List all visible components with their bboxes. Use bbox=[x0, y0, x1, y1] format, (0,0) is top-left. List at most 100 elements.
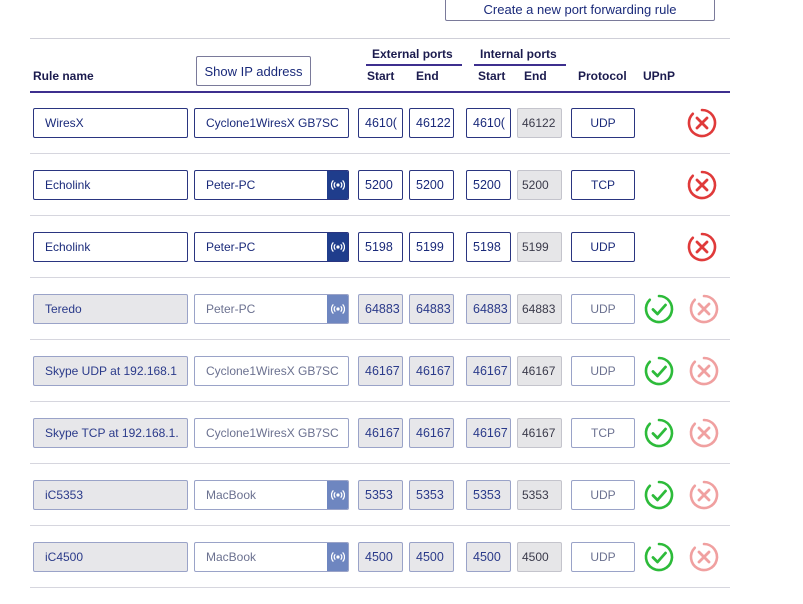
int-end-value: 46122 bbox=[517, 108, 562, 138]
upnp-check-icon bbox=[643, 355, 675, 387]
int-end-value: 5200 bbox=[517, 170, 562, 200]
ext-start-input[interactable]: 5198 bbox=[358, 232, 403, 262]
header-int-end: End bbox=[524, 69, 547, 83]
row-divider bbox=[30, 587, 730, 588]
wireless-icon bbox=[327, 171, 348, 199]
header-internal-ports: Internal ports bbox=[480, 47, 557, 61]
ext-start-input[interactable]: 4610( bbox=[358, 108, 403, 138]
ext-start-input[interactable]: 46167 bbox=[358, 356, 403, 386]
upnp-check-icon bbox=[643, 293, 675, 325]
int-end-value: 5353 bbox=[517, 480, 562, 510]
protocol-select[interactable]: TCP bbox=[571, 170, 635, 200]
rule-name-input[interactable]: Teredo bbox=[33, 294, 188, 324]
device-label: MacBook bbox=[206, 488, 257, 502]
wireless-icon bbox=[327, 481, 348, 509]
int-end-value: 4500 bbox=[517, 542, 562, 572]
row-divider bbox=[30, 215, 730, 216]
external-ports-underline bbox=[366, 64, 462, 66]
ext-end-input[interactable]: 5353 bbox=[409, 480, 454, 510]
device-label: Peter-PC bbox=[206, 178, 256, 192]
device-select[interactable]: Cyclone1WiresX GB7SC bbox=[194, 418, 349, 448]
device-label: Cyclone1WiresX GB7SC bbox=[206, 364, 339, 378]
header-divider bbox=[30, 91, 730, 93]
header-external-ports: External ports bbox=[372, 47, 453, 61]
device-select[interactable]: Cyclone1WiresX GB7SC bbox=[194, 108, 349, 138]
int-start-input[interactable]: 64883 bbox=[466, 294, 511, 324]
table-row: Skype UDP at 192.168.1 Cyclone1WiresX GB7… bbox=[0, 356, 803, 418]
protocol-select[interactable]: UDP bbox=[571, 232, 635, 262]
device-label: Peter-PC bbox=[206, 240, 256, 254]
rule-name-input[interactable]: Echolink bbox=[33, 170, 188, 200]
table-row: iC4500 MacBook 4500 4500 4500 4500 UDP bbox=[0, 542, 803, 604]
header-protocol: Protocol bbox=[578, 69, 627, 83]
ext-start-input[interactable]: 5200 bbox=[358, 170, 403, 200]
device-label: Peter-PC bbox=[206, 302, 256, 316]
device-label: Cyclone1WiresX GB7SC bbox=[206, 426, 339, 440]
row-divider bbox=[30, 153, 730, 154]
delete-icon[interactable] bbox=[688, 293, 720, 325]
wireless-icon bbox=[327, 295, 348, 323]
ext-start-input[interactable]: 46167 bbox=[358, 418, 403, 448]
rule-name-input[interactable]: Skype UDP at 192.168.1 bbox=[33, 356, 188, 386]
int-start-input[interactable]: 5200 bbox=[466, 170, 511, 200]
ext-start-input[interactable]: 4500 bbox=[358, 542, 403, 572]
wireless-icon bbox=[327, 233, 348, 261]
table-row: Skype TCP at 192.168.1. Cyclone1WiresX GB… bbox=[0, 418, 803, 480]
int-start-input[interactable]: 4500 bbox=[466, 542, 511, 572]
int-start-input[interactable]: 5198 bbox=[466, 232, 511, 262]
device-select[interactable]: MacBook bbox=[194, 480, 349, 510]
int-start-input[interactable]: 46167 bbox=[466, 356, 511, 386]
create-rule-button[interactable]: Create a new port forwarding rule bbox=[445, 0, 715, 21]
show-ip-button[interactable]: Show IP address bbox=[196, 56, 311, 86]
ext-end-input[interactable]: 46167 bbox=[409, 418, 454, 448]
protocol-select[interactable]: UDP bbox=[571, 542, 635, 572]
table-row: Echolink Peter-PC 5200 5200 5200 5200 TCP bbox=[0, 170, 803, 232]
rule-name-input[interactable]: Echolink bbox=[33, 232, 188, 262]
ext-end-input[interactable]: 46167 bbox=[409, 356, 454, 386]
int-start-input[interactable]: 5353 bbox=[466, 480, 511, 510]
device-label: Cyclone1WiresX GB7SC bbox=[206, 116, 339, 130]
int-end-value: 5199 bbox=[517, 232, 562, 262]
protocol-select[interactable]: UDP bbox=[571, 294, 635, 324]
ext-start-input[interactable]: 5353 bbox=[358, 480, 403, 510]
device-select[interactable]: MacBook bbox=[194, 542, 349, 572]
wireless-icon bbox=[327, 543, 348, 571]
int-end-value: 46167 bbox=[517, 356, 562, 386]
ext-end-input[interactable]: 64883 bbox=[409, 294, 454, 324]
device-select[interactable]: Peter-PC bbox=[194, 294, 349, 324]
delete-icon[interactable] bbox=[688, 541, 720, 573]
delete-icon[interactable] bbox=[686, 107, 718, 139]
int-start-input[interactable]: 46167 bbox=[466, 418, 511, 448]
protocol-select[interactable]: UDP bbox=[571, 480, 635, 510]
header-int-start: Start bbox=[478, 69, 506, 83]
upnp-check-icon bbox=[643, 541, 675, 573]
device-select[interactable]: Peter-PC bbox=[194, 170, 349, 200]
ext-end-input[interactable]: 4500 bbox=[409, 542, 454, 572]
rule-name-input[interactable]: WiresX bbox=[33, 108, 188, 138]
int-start-input[interactable]: 4610( bbox=[466, 108, 511, 138]
row-divider bbox=[30, 525, 730, 526]
ext-end-input[interactable]: 46122 bbox=[409, 108, 454, 138]
row-divider bbox=[30, 277, 730, 278]
row-divider bbox=[30, 339, 730, 340]
delete-icon[interactable] bbox=[688, 479, 720, 511]
delete-icon[interactable] bbox=[686, 169, 718, 201]
delete-icon[interactable] bbox=[686, 231, 718, 263]
rule-name-input[interactable]: iC4500 bbox=[33, 542, 188, 572]
delete-icon[interactable] bbox=[688, 355, 720, 387]
protocol-select[interactable]: TCP bbox=[571, 418, 635, 448]
upnp-check-icon bbox=[643, 479, 675, 511]
device-select[interactable]: Peter-PC bbox=[194, 232, 349, 262]
ext-start-input[interactable]: 64883 bbox=[358, 294, 403, 324]
header-ext-start: Start bbox=[367, 69, 395, 83]
rule-name-input[interactable]: Skype TCP at 192.168.1. bbox=[33, 418, 188, 448]
ext-end-input[interactable]: 5199 bbox=[409, 232, 454, 262]
header-rule-name: Rule name bbox=[33, 69, 94, 83]
ext-end-input[interactable]: 5200 bbox=[409, 170, 454, 200]
device-select[interactable]: Cyclone1WiresX GB7SC bbox=[194, 356, 349, 386]
protocol-select[interactable]: UDP bbox=[571, 108, 635, 138]
delete-icon[interactable] bbox=[688, 417, 720, 449]
protocol-select[interactable]: UDP bbox=[571, 356, 635, 386]
upnp-check-icon bbox=[643, 417, 675, 449]
rule-name-input[interactable]: iC5353 bbox=[33, 480, 188, 510]
